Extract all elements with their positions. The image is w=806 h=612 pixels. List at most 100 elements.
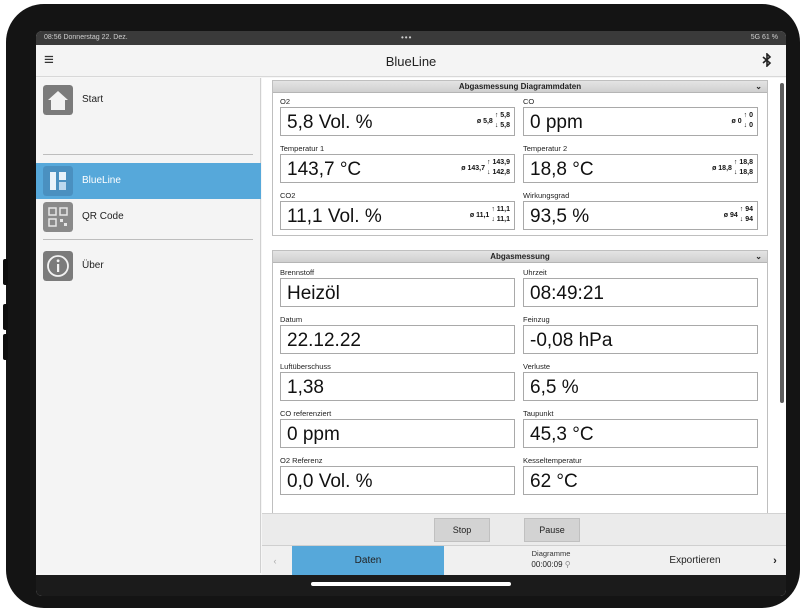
max-value: ↑ 143,9 [487,159,510,166]
min-value: ↓ 142,8 [487,169,510,176]
measurement-cell: Datum 22.12.22 [280,314,515,354]
sidebar-item-blueline[interactable]: BlueLine [36,163,261,199]
home-indicator[interactable] [311,582,511,586]
panel-title: Abgasmessung [490,252,550,261]
avg-value: ø 5,8 [476,117,493,125]
cell-value: 0 ppm [530,112,583,133]
measurement-cell: Temperatur 2 18,8 °C ø 18,8 ↑ 18,8 ↓ 18,8 [523,143,758,183]
panel-header[interactable]: Abgasmessung Diagrammdaten ⌄ [273,81,767,93]
cell-label: Taupunkt [523,409,554,418]
cell-value: 0,0 Vol. % [287,471,373,492]
max-value: ↑ 5,8 [494,112,510,119]
cell-stats: ø 94 ↑ 94 ↓ 94 [724,205,753,225]
tab-daten[interactable]: Daten [292,546,444,576]
info-icon [43,251,73,281]
cell-value: 11,1 Vol. % [287,206,382,227]
cell-value: -0,08 hPa [530,330,613,351]
max-value: ↑ 94 [739,206,753,213]
value-box: 0,0 Vol. % [280,466,515,495]
chevron-right-icon[interactable]: › [764,546,786,576]
value-box: 08:49:21 [523,278,758,307]
cell-stats: ø 11,1 ↑ 11,1 ↓ 11,1 [470,205,510,225]
measurement-cell: Temperatur 1 143,7 °C ø 143,7 ↑ 143,9 ↓ 1… [280,143,515,183]
cell-label: Wirkungsgrad [523,191,570,200]
stop-button[interactable]: Stop [434,518,490,542]
avg-value: ø 143,7 [461,164,486,172]
cell-stats: ø 5,8 ↑ 5,8 ↓ 5,8 [477,111,510,131]
volume-down-button [3,304,8,330]
multitask-dots[interactable]: ••• [401,33,412,42]
cell-label: Kesseltemperatur [523,456,582,465]
cell-label: Feinzug [523,315,550,324]
chevron-down-icon[interactable]: ⌄ [755,251,762,263]
sidebar-item-qr-code[interactable]: QR Code [36,199,261,235]
cell-label: Brennstoff [280,268,315,277]
measurement-cell: CO referenziert 0 ppm [280,408,515,448]
avg-value: ø 11,1 [469,211,490,219]
min-value: ↓ 11,1 [491,216,510,223]
tab-diagramme-label: Diagramme [531,549,571,558]
value-box: 143,7 °C ø 143,7 ↑ 143,9 ↓ 142,8 [280,154,515,183]
value-box: -0,08 hPa [523,325,758,354]
power-button [3,334,8,360]
avg-value: ø 0 [731,117,742,125]
avg-value: ø 94 [723,211,738,219]
cell-label: Temperatur 2 [523,144,568,153]
value-box: 62 °C [523,466,758,495]
cell-value: 143,7 °C [287,159,362,180]
vertical-scrollbar[interactable] [780,83,784,403]
cell-label: O2 Referenz [280,456,323,465]
sidebar-item-uber[interactable]: Über [36,248,261,284]
cell-label: CO referenziert [280,409,332,418]
cell-value: 45,3 °C [530,424,594,445]
value-box: 93,5 % ø 94 ↑ 94 ↓ 94 [523,201,758,230]
panel-diagrammdaten: Abgasmessung Diagrammdaten ⌄ O2 5,8 Vol.… [272,80,768,236]
chevron-left-icon[interactable]: ‹ [262,546,288,576]
value-box: 0 ppm [280,419,515,448]
screen: 08:56 Donnerstag 22. Dez. ••• 5G 61 % ≡ … [36,31,786,596]
tab-diagramme[interactable]: Diagramme 00:00:09 ⚲ [476,546,626,576]
cell-stats: ø 143,7 ↑ 143,9 ↓ 142,8 [461,158,510,178]
house-icon [43,85,73,115]
nav-bar: ≡ BlueLine [36,45,786,77]
cell-label: CO [523,97,535,106]
control-toolbar: Stop Pause [262,513,786,545]
measurement-cell: Brennstoff Heizöl [280,267,515,307]
measurement-cell: CO 0 ppm ø 0 ↑ 0 ↓ 0 [523,96,758,136]
value-box: 6,5 % [523,372,758,401]
panel-abgasmessung: Abgasmessung ⌄ Brennstoff Heizöl Uhrzeit… [272,250,768,551]
measurement-cell: Wirkungsgrad 93,5 % ø 94 ↑ 94 ↓ 94 [523,190,758,230]
measurement-cell: Uhrzeit 08:49:21 [523,267,758,307]
chevron-down-icon[interactable]: ⌄ [755,81,762,93]
min-value: ↓ 0 [743,122,753,129]
tab-exportieren[interactable]: Exportieren [626,546,764,576]
cell-value: 0 ppm [287,424,340,445]
cell-value: 62 °C [530,471,578,492]
page-title: BlueLine [385,54,437,69]
measurement-cell: Feinzug -0,08 hPa [523,314,758,354]
min-value: ↓ 5,8 [494,122,510,129]
panel-header[interactable]: Abgasmessung ⌄ [273,251,767,263]
measurement-timer: 00:00:09 [531,560,563,569]
value-box: 18,8 °C ø 18,8 ↑ 18,8 ↓ 18,8 [523,154,758,183]
pause-button[interactable]: Pause [524,518,580,542]
measurement-cell: Verluste 6,5 % [523,361,758,401]
bluetooth-icon[interactable] [760,53,774,67]
cell-value: 22.12.22 [287,330,361,351]
cell-label: Datum [280,315,303,324]
value-box: 11,1 Vol. % ø 11,1 ↑ 11,1 ↓ 11,1 [280,201,515,230]
status-time: 08:56 Donnerstag 22. Dez. [44,34,128,41]
sidebar-item-label: Über [82,260,104,271]
measurement-cell: Taupunkt 45,3 °C [523,408,758,448]
sidebar-divider [43,154,253,155]
measurement-cell: O2 Referenz 0,0 Vol. % [280,455,515,495]
sidebar-divider [43,239,253,240]
bottom-tab-bar: ‹ Daten Diagramme 00:00:09 ⚲ Exportieren… [262,545,786,576]
value-box: 1,38 [280,372,515,401]
value-box: Heizöl [280,278,515,307]
sidebar-item-start[interactable]: Start [36,82,261,118]
tablet-frame: 08:56 Donnerstag 22. Dez. ••• 5G 61 % ≡ … [3,4,800,608]
sidebar-item-label: Start [82,94,104,105]
min-value: ↓ 94 [739,216,753,223]
cell-value: 08:49:21 [530,283,604,304]
